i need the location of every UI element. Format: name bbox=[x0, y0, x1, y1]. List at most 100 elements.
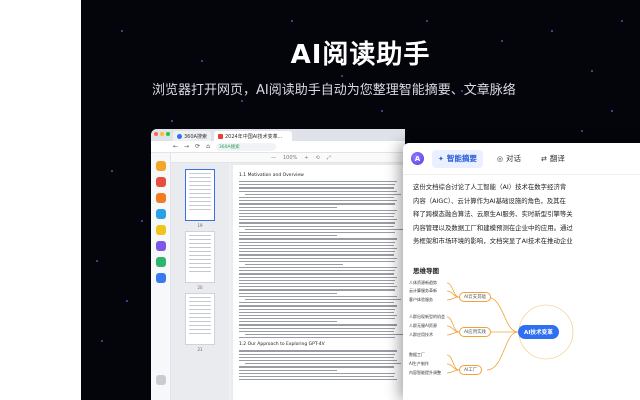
text-line bbox=[239, 225, 394, 227]
sidebar-mail-icon[interactable] bbox=[156, 209, 166, 219]
maximize-dot[interactable] bbox=[166, 132, 170, 136]
mindmap[interactable]: AI技术变革 AI云支其础 AI应用实践 AI工厂 人体资源新趋势 云计算服务革… bbox=[409, 275, 640, 395]
text-line bbox=[239, 254, 394, 256]
mindmap-leaf-node[interactable]: 客户体验服务 bbox=[409, 297, 433, 303]
text-line bbox=[239, 375, 394, 378]
tab-translate[interactable]: ⇄ 翻译 bbox=[535, 150, 571, 168]
tab-bar: 360A搜索 2024年中国AI技术变革... bbox=[151, 129, 405, 141]
sidebar-notes-icon[interactable] bbox=[156, 225, 166, 235]
text-line bbox=[239, 267, 397, 269]
mindmap-root-node[interactable]: AI技术变革 bbox=[518, 325, 559, 339]
text-line bbox=[239, 369, 337, 371]
search-favicon-icon bbox=[177, 133, 182, 139]
thumbnail-page[interactable] bbox=[185, 169, 215, 221]
sparkle-icon: ✦ bbox=[438, 154, 444, 163]
star-dot bbox=[341, 75, 343, 77]
text-line bbox=[239, 273, 394, 275]
text-line bbox=[239, 311, 394, 313]
sidebar-favorites-icon[interactable] bbox=[156, 161, 166, 171]
zoom-level[interactable]: 100% bbox=[283, 155, 297, 161]
forward-icon[interactable]: → bbox=[184, 143, 189, 150]
text-line bbox=[239, 302, 394, 304]
rotate-icon[interactable]: ⟲ bbox=[316, 155, 320, 161]
mindmap-leaf-node[interactable]: 数据工厂 bbox=[409, 352, 425, 358]
zoom-in-button[interactable]: + bbox=[304, 155, 308, 161]
sidebar-apps-icon[interactable] bbox=[156, 193, 166, 203]
text-line bbox=[245, 228, 403, 230]
text-line bbox=[239, 359, 397, 362]
text-line bbox=[239, 305, 397, 307]
sidebar-settings-icon[interactable] bbox=[156, 375, 166, 385]
body-text bbox=[239, 181, 403, 339]
text-line bbox=[239, 321, 337, 323]
window-controls bbox=[154, 132, 170, 136]
sidebar-weibo-icon[interactable] bbox=[156, 177, 166, 187]
star-dot bbox=[141, 220, 143, 222]
text-line bbox=[239, 219, 397, 221]
promo-headline: AI阅读助手 bbox=[290, 40, 431, 70]
star-dot bbox=[101, 340, 103, 342]
mindmap-leaf-node[interactable]: 内容智能提升调整 bbox=[409, 370, 441, 376]
text-line bbox=[245, 334, 403, 336]
text-line bbox=[239, 260, 396, 262]
app-sidebar bbox=[151, 153, 171, 400]
mindmap-branch-node[interactable]: AI工厂 bbox=[459, 365, 483, 375]
reload-icon[interactable]: ⟳ bbox=[195, 143, 200, 150]
fit-icon[interactable]: ⤢ bbox=[327, 155, 331, 161]
section-heading: 1.2 Our Approach to Exploring GPT-4V bbox=[239, 342, 325, 348]
text-line bbox=[239, 247, 397, 250]
star-dot bbox=[126, 300, 128, 302]
text-line bbox=[239, 286, 397, 288]
star-dot bbox=[111, 170, 113, 172]
mindmap-leaf-node[interactable]: 人体资源新趋势 bbox=[409, 280, 437, 286]
zoom-out-button[interactable]: — bbox=[271, 155, 276, 161]
thumbnail-page[interactable] bbox=[185, 231, 215, 283]
sidebar-game-icon[interactable] bbox=[156, 257, 166, 267]
mindmap-leaf-node[interactable]: 人群出现新型的机会 bbox=[409, 314, 445, 320]
document-view[interactable]: 1.1 Motivation and Overview 1.2 Our Appr… bbox=[231, 163, 405, 400]
close-dot[interactable] bbox=[154, 132, 158, 136]
browser-window: 360A搜索 2024年中国AI技术变革... ← → ⟳ ⌂ 360A搜索 —… bbox=[151, 129, 405, 400]
minimize-dot[interactable] bbox=[160, 132, 164, 136]
star-dot bbox=[581, 130, 583, 132]
text-line bbox=[239, 212, 396, 215]
text-line bbox=[239, 366, 394, 368]
home-icon[interactable]: ⌂ bbox=[206, 143, 210, 150]
pdf-favicon-icon bbox=[217, 133, 223, 139]
document-page: 1.1 Motivation and Overview 1.2 Our Appr… bbox=[233, 165, 403, 400]
text-line bbox=[239, 251, 396, 253]
text-line bbox=[239, 318, 396, 320]
text-line bbox=[239, 330, 394, 332]
address-bar[interactable]: 360A搜索 bbox=[215, 142, 276, 151]
thumbnail-page-number: 19 bbox=[197, 223, 203, 228]
star-dot bbox=[291, 20, 293, 22]
tab-chat[interactable]: ◎ 对话 bbox=[491, 150, 527, 168]
text-line bbox=[239, 356, 394, 358]
sidebar-video-icon[interactable] bbox=[156, 241, 166, 251]
mindmap-leaf-node[interactable]: AI生产制作 bbox=[409, 361, 429, 367]
star-dot bbox=[171, 120, 173, 122]
text-line bbox=[239, 324, 397, 326]
back-icon[interactable]: ← bbox=[173, 143, 178, 150]
text-line bbox=[239, 181, 397, 183]
text-line bbox=[239, 241, 396, 243]
summary-line: 这份文档综合讨论了人工智能（AI）技术在数字经济背 bbox=[413, 183, 567, 191]
mindmap-leaf-node[interactable]: 人群应用技术 bbox=[409, 332, 433, 338]
text-line bbox=[239, 203, 396, 205]
mindmap-leaf-node[interactable]: 人群无服AI资源 bbox=[409, 323, 437, 329]
sidebar-cloud-icon[interactable] bbox=[156, 273, 166, 283]
text-line bbox=[239, 292, 337, 294]
tab-document[interactable]: 2024年中国AI技术变革... bbox=[213, 131, 292, 141]
text-line bbox=[239, 337, 396, 339]
text-line bbox=[239, 289, 396, 291]
chat-icon: ◎ bbox=[496, 154, 503, 163]
mindmap-leaf-node[interactable]: 云计算服务革新 bbox=[409, 288, 437, 294]
mindmap-branch-node[interactable]: AI应用实践 bbox=[459, 327, 491, 337]
thumbnail-page[interactable] bbox=[185, 293, 215, 345]
mindmap-branch-node[interactable]: AI云支其础 bbox=[459, 292, 491, 302]
summary-line: 内容（AIGC）、云计算作为AI基础设施的角色，及其在 bbox=[413, 196, 566, 205]
tab-search[interactable]: 360A搜索 bbox=[173, 131, 211, 141]
text-line bbox=[239, 308, 396, 310]
tab-smart-summary[interactable]: ✦ 智能摘要 bbox=[432, 149, 483, 168]
text-line bbox=[239, 216, 394, 218]
